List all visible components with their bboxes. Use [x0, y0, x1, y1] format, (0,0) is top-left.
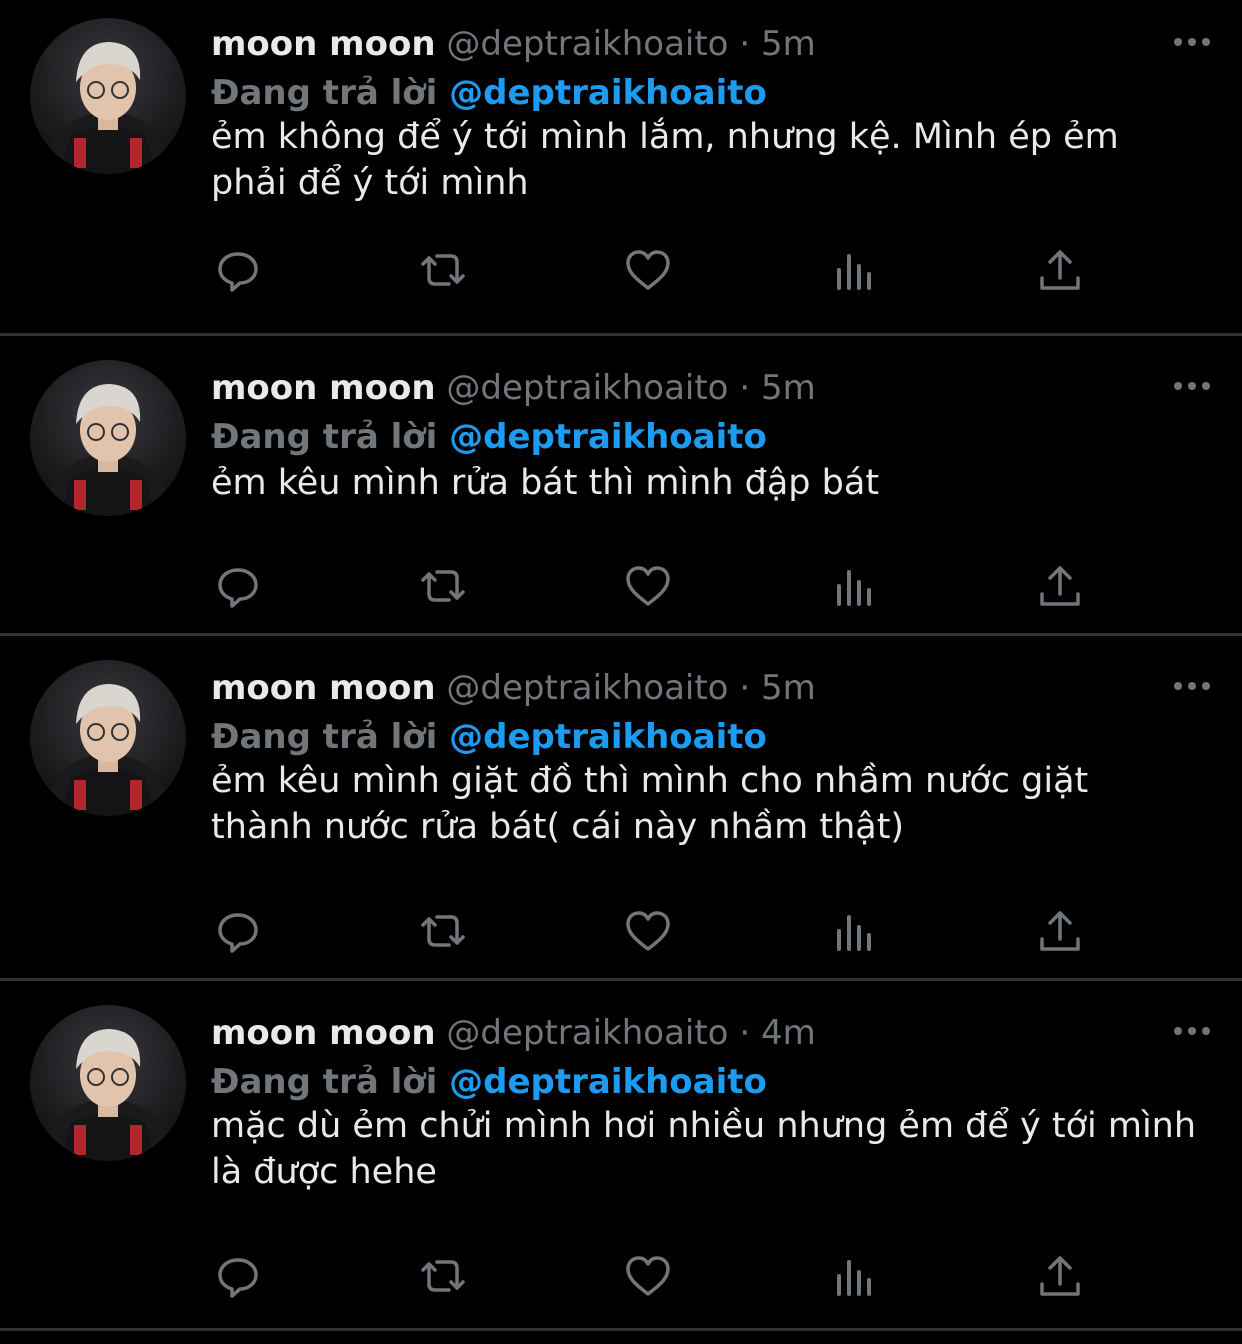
reply-mention-link[interactable]: @deptraikhoaito: [449, 717, 767, 757]
analytics-button[interactable]: [817, 1246, 893, 1306]
display-name[interactable]: moon moon: [211, 668, 436, 708]
tweet-text: ẻm kêu mình giặt đồ thì mình cho nhầm nư…: [211, 761, 1100, 847]
action-bar: [200, 901, 1100, 961]
timestamp[interactable]: 4m: [761, 1013, 816, 1053]
like-button[interactable]: [610, 901, 686, 961]
avatar-image: [46, 1029, 170, 1161]
heart-icon: [626, 1256, 670, 1296]
tweet[interactable]: moon moon @deptraikhoaito · 4m Đang trả …: [0, 981, 1242, 1331]
more-icon[interactable]: [1170, 1019, 1214, 1043]
retweet-button[interactable]: [405, 901, 481, 961]
replying-label: Đang trả lời: [211, 417, 438, 457]
reply-button[interactable]: [200, 901, 276, 961]
tweet[interactable]: moon moon @deptraikhoaito · 5m Đang trả …: [0, 336, 1242, 636]
timestamp[interactable]: 5m: [761, 24, 816, 64]
analytics-button[interactable]: [817, 901, 893, 961]
reply-mention-link[interactable]: @deptraikhoaito: [449, 417, 767, 457]
reply-icon: [218, 568, 258, 608]
handle[interactable]: @deptraikhoaito: [446, 368, 728, 408]
display-name[interactable]: moon moon: [211, 368, 436, 408]
analytics-icon: [837, 915, 871, 951]
replying-label: Đang trả lời: [211, 73, 438, 113]
avatar-image: [46, 384, 170, 516]
reply-button[interactable]: [200, 240, 276, 300]
action-bar: [200, 556, 1100, 616]
replying-to: Đang trả lời @deptraikhoaito: [211, 715, 767, 759]
reply-icon: [218, 1258, 258, 1298]
tweet-header: moon moon @deptraikhoaito · 5m: [211, 666, 816, 710]
handle[interactable]: @deptraikhoaito: [446, 24, 728, 64]
replying-to: Đang trả lời @deptraikhoaito: [211, 415, 767, 459]
share-icon: [1040, 1256, 1080, 1296]
replying-to: Đang trả lời @deptraikhoaito: [211, 1060, 767, 1104]
timestamp[interactable]: 5m: [761, 368, 816, 408]
tweet-header: moon moon @deptraikhoaito · 5m: [211, 366, 816, 410]
share-button[interactable]: [1022, 556, 1098, 616]
more-icon[interactable]: [1170, 674, 1214, 698]
retweet-icon: [421, 570, 465, 602]
heart-icon: [626, 911, 670, 951]
avatar[interactable]: [30, 660, 186, 816]
separator-dot: ·: [739, 1013, 751, 1053]
separator-dot: ·: [739, 368, 751, 408]
analytics-button[interactable]: [817, 556, 893, 616]
analytics-icon: [837, 1260, 871, 1296]
tweet-header: moon moon @deptraikhoaito · 5m: [211, 22, 816, 66]
avatar-image: [46, 42, 170, 174]
display-name[interactable]: moon moon: [211, 24, 436, 64]
avatar-image: [46, 684, 170, 816]
like-button[interactable]: [610, 240, 686, 300]
reply-mention-link[interactable]: @deptraikhoaito: [449, 73, 767, 113]
reply-mention-link[interactable]: @deptraikhoaito: [449, 1062, 767, 1102]
tweet[interactable]: moon moon @deptraikhoaito · 5m Đang trả …: [0, 0, 1242, 336]
action-bar: [200, 240, 1100, 300]
reply-button[interactable]: [200, 1246, 276, 1306]
replying-label: Đang trả lời: [211, 717, 438, 757]
share-icon: [1040, 566, 1080, 606]
retweet-icon: [421, 915, 465, 947]
share-button[interactable]: [1022, 901, 1098, 961]
tweet-text: mặc dù ẻm chửi mình hơi nhiều nhưng ẻm đ…: [211, 1106, 1208, 1192]
retweet-button[interactable]: [405, 240, 481, 300]
heart-icon: [626, 250, 670, 290]
retweet-icon: [421, 1260, 465, 1292]
avatar[interactable]: [30, 18, 186, 174]
avatar[interactable]: [30, 360, 186, 516]
like-button[interactable]: [610, 556, 686, 616]
replying-label: Đang trả lời: [211, 1062, 438, 1102]
more-icon[interactable]: [1170, 374, 1214, 398]
share-button[interactable]: [1022, 240, 1098, 300]
heart-icon: [626, 566, 670, 606]
share-button[interactable]: [1022, 1246, 1098, 1306]
retweet-button[interactable]: [405, 1246, 481, 1306]
timeline: moon moon @deptraikhoaito · 5m Đang trả …: [0, 0, 1242, 1331]
avatar[interactable]: [30, 1005, 186, 1161]
timestamp[interactable]: 5m: [761, 668, 816, 708]
tweet-header: moon moon @deptraikhoaito · 4m: [211, 1011, 816, 1055]
more-icon[interactable]: [1170, 30, 1214, 54]
display-name[interactable]: moon moon: [211, 1013, 436, 1053]
separator-dot: ·: [739, 668, 751, 708]
analytics-icon: [837, 570, 871, 606]
tweet-text: ẻm kêu mình rửa bát thì mình đập bát: [211, 463, 880, 503]
retweet-button[interactable]: [405, 556, 481, 616]
replying-to: Đang trả lời @deptraikhoaito: [211, 71, 767, 115]
reply-icon: [218, 252, 258, 292]
tweet[interactable]: moon moon @deptraikhoaito · 5m Đang trả …: [0, 636, 1242, 981]
like-button[interactable]: [610, 1246, 686, 1306]
action-bar: [200, 1246, 1100, 1306]
handle[interactable]: @deptraikhoaito: [446, 668, 728, 708]
reply-icon: [218, 913, 258, 953]
analytics-icon: [837, 254, 871, 290]
handle[interactable]: @deptraikhoaito: [446, 1013, 728, 1053]
share-icon: [1040, 250, 1080, 290]
separator-dot: ·: [739, 24, 751, 64]
tweet-text: ẻm không để ý tới mình lắm, nhưng kệ. Mì…: [211, 117, 1130, 203]
share-icon: [1040, 911, 1080, 951]
retweet-icon: [421, 254, 465, 286]
reply-button[interactable]: [200, 556, 276, 616]
analytics-button[interactable]: [817, 240, 893, 300]
